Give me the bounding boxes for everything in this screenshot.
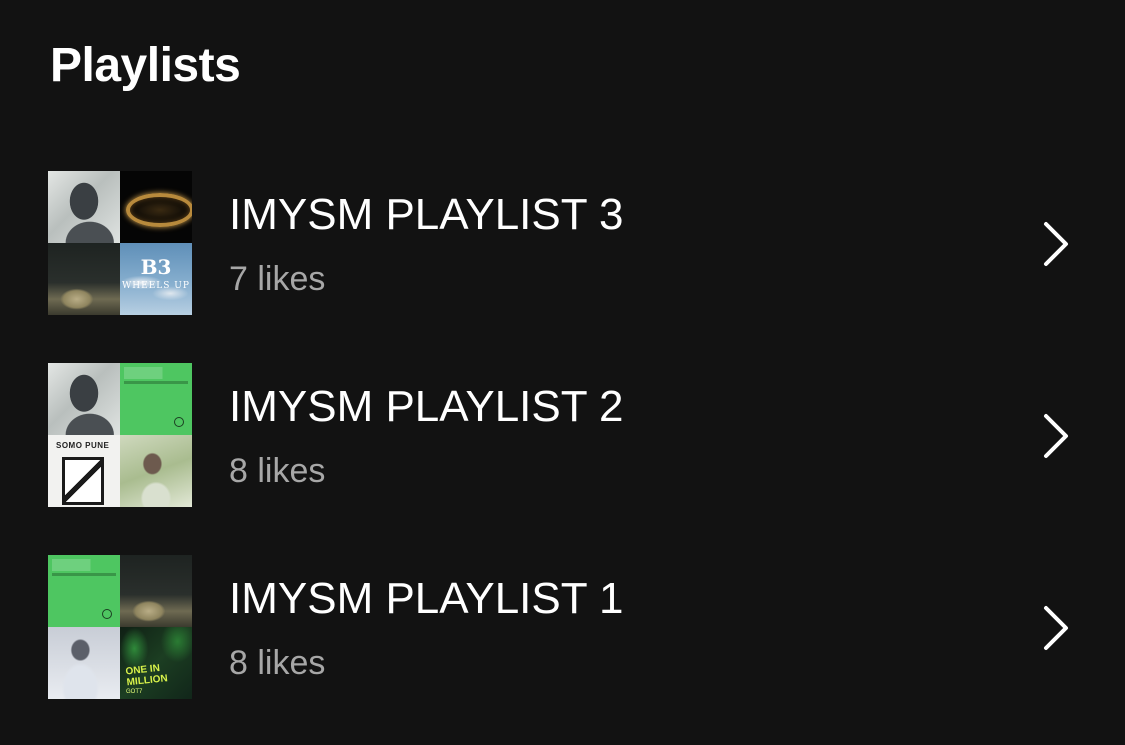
album-art-green — [48, 555, 120, 627]
playlist-row[interactable]: ONE IN MILLION GOT7 IMYSM PLAYLIST 1 8 l… — [0, 555, 1125, 699]
album-art-one-million: ONE IN MILLION GOT7 — [120, 627, 192, 699]
album-art-text: GOT7 — [126, 689, 143, 695]
playlist-title: IMYSM PLAYLIST 1 — [229, 574, 624, 623]
album-art-green — [120, 363, 192, 435]
album-art-gold-ring — [120, 171, 192, 243]
album-art-text: B3 — [140, 255, 172, 279]
album-art-dark-room — [120, 555, 192, 627]
album-art-badge — [174, 417, 184, 427]
section-title: Playlists — [50, 39, 241, 92]
playlist-row[interactable]: SOMO PUNE IMYSM PLAYLIST 2 8 likes — [0, 363, 1125, 507]
playlist-title: IMYSM PLAYLIST 2 — [229, 382, 624, 431]
album-art-garden — [120, 435, 192, 507]
album-art-text: SOMO PUNE — [56, 441, 110, 450]
playlist-title: IMYSM PLAYLIST 3 — [229, 190, 624, 239]
chevron-right-icon[interactable] — [1036, 221, 1076, 267]
album-art-wheels-up: B3 WHEELS UP — [120, 243, 192, 315]
playlist-likes: 8 likes — [229, 644, 326, 682]
chevron-right-icon[interactable] — [1036, 605, 1076, 651]
playlist-cover-collage: B3 WHEELS UP — [48, 171, 192, 315]
album-art-frame — [62, 457, 104, 505]
album-art-pale-figure — [48, 627, 120, 699]
album-art-dark-room — [48, 243, 120, 315]
album-art-text: WHEELS UP — [122, 281, 190, 291]
playlist-row[interactable]: B3 WHEELS UP IMYSM PLAYLIST 3 7 likes — [0, 171, 1125, 315]
album-art-text: ONE IN MILLION — [125, 662, 169, 689]
album-art-portrait — [48, 171, 120, 243]
album-art-bw-door: SOMO PUNE — [48, 435, 120, 507]
playlists-screen: Playlists B3 WHEELS UP IMYSM PLAYLIST 3 … — [0, 0, 1125, 745]
chevron-right-icon[interactable] — [1036, 413, 1076, 459]
album-art-portrait — [48, 363, 120, 435]
playlist-cover-collage: ONE IN MILLION GOT7 — [48, 555, 192, 699]
album-art-badge — [102, 609, 112, 619]
playlist-likes: 8 likes — [229, 452, 326, 490]
playlist-likes: 7 likes — [229, 260, 326, 298]
playlist-cover-collage: SOMO PUNE — [48, 363, 192, 507]
